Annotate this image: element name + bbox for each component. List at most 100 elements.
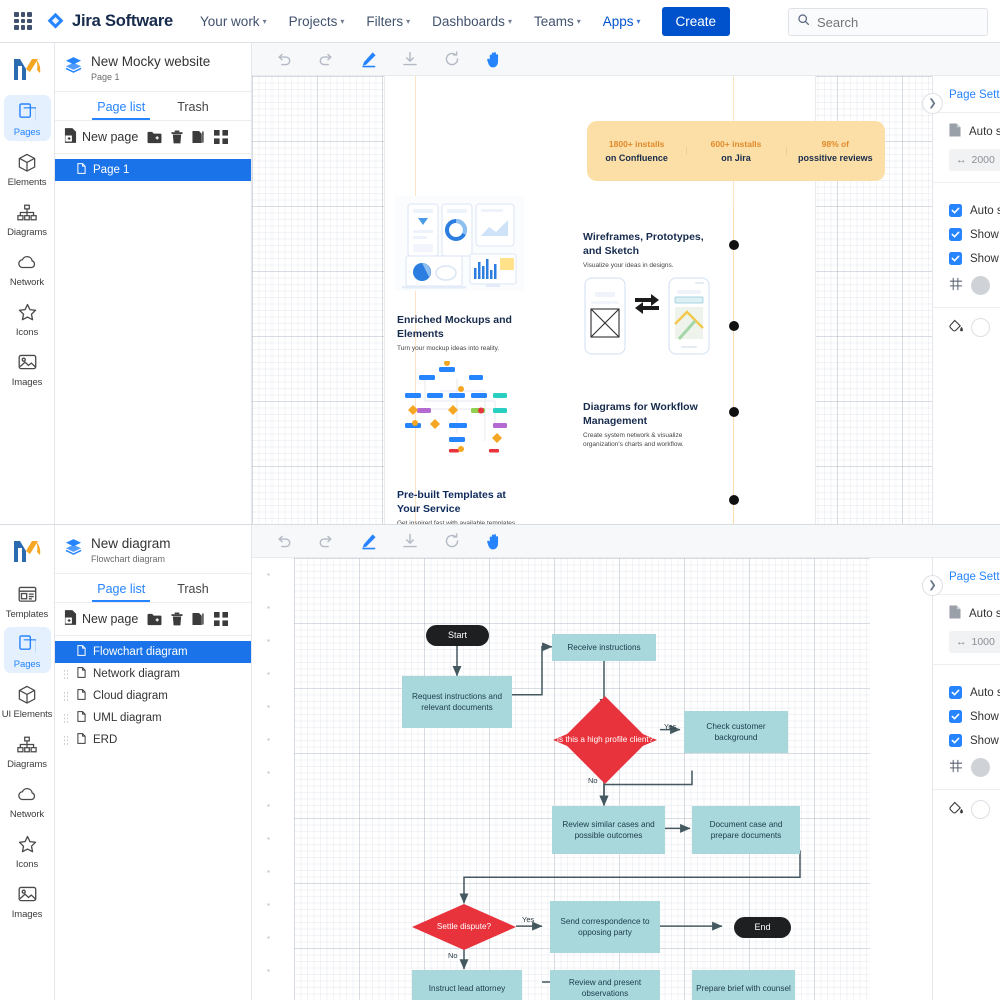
refresh-icon[interactable] — [442, 49, 462, 69]
nav-item-filters[interactable]: Filters ▾ — [357, 8, 419, 35]
jira-brand[interactable]: Jira Software — [46, 12, 173, 31]
node-check-customer[interactable]: Check customer background — [684, 711, 788, 753]
node-start[interactable]: Start — [426, 625, 489, 646]
new-page-button[interactable]: New page — [64, 610, 138, 628]
grid-view-icon[interactable] — [214, 130, 229, 144]
tab-trash[interactable]: Trash — [175, 92, 211, 120]
redo-icon[interactable] — [316, 531, 336, 551]
apps-grid-icon[interactable] — [12, 10, 34, 32]
canvas-grid-top[interactable]: 1800+ installs on Confluence 600+ instal… — [252, 76, 1000, 524]
list-item[interactable]: Network diagram — [55, 663, 251, 685]
rail-item-pages[interactable]: Pages — [3, 95, 51, 141]
nav-item-apps[interactable]: Apps ▾ — [594, 8, 650, 46]
rail-item-templates[interactable]: Templates — [4, 577, 51, 623]
search-box[interactable] — [788, 8, 988, 36]
checkbox-row[interactable]: Show rulers — [949, 723, 1000, 747]
nav-item-dashboards[interactable]: Dashboards ▾ — [423, 8, 521, 35]
fill-color-row[interactable] — [949, 318, 1000, 337]
new-folder-icon[interactable] — [147, 613, 162, 626]
workflow-illustration[interactable] — [395, 360, 525, 456]
rail-item-diagrams[interactable]: Diagrams — [4, 727, 51, 773]
fill-color-swatch[interactable] — [971, 318, 990, 337]
tab-page-list[interactable]: Page list — [92, 574, 151, 602]
nav-item-projects[interactable]: Projects ▾ — [280, 8, 354, 35]
canvas-grid-bottom[interactable]: Start Request instructions and relevant … — [252, 558, 1000, 1000]
checkbox-row[interactable]: Auto save — [949, 193, 1000, 217]
page-width-input[interactable]: ↔ 2000 — [949, 149, 1000, 171]
duplicate-icon[interactable] — [192, 612, 205, 626]
page-sheet-website[interactable]: 1800+ installs on Confluence 600+ instal… — [385, 76, 885, 524]
list-item[interactable]: Cloud diagram — [55, 685, 251, 707]
trash-icon[interactable] — [171, 612, 183, 626]
list-item[interactable]: Flowchart diagram — [55, 641, 251, 663]
new-folder-icon[interactable] — [147, 131, 162, 144]
grid-color-swatch[interactable] — [971, 758, 990, 777]
mockups-illustration[interactable] — [394, 196, 524, 291]
page-width-input[interactable]: ↔ 1000 — [949, 631, 1000, 653]
duplicate-icon[interactable] — [192, 130, 205, 144]
hand-icon[interactable] — [484, 49, 504, 69]
tab-trash[interactable]: Trash — [175, 574, 211, 602]
grid-color-row[interactable] — [949, 747, 1000, 789]
tab-page-list[interactable]: Page list — [92, 92, 151, 120]
chevron-right-icon[interactable]: ❯ — [922, 93, 943, 114]
node-review-observations[interactable]: Review and present observations — [550, 970, 660, 1000]
node-receive-instructions[interactable]: Receive instructions — [552, 634, 656, 661]
fill-color-row[interactable] — [949, 800, 1000, 819]
chevron-right-icon[interactable]: ❯ — [922, 575, 943, 596]
new-page-button[interactable]: New page — [64, 128, 138, 146]
checkbox-show-grid[interactable] — [949, 710, 962, 723]
grid-color-row[interactable] — [949, 265, 1000, 307]
fill-color-swatch[interactable] — [971, 800, 990, 819]
node-settle-dispute-decision[interactable]: Settle dispute? — [412, 904, 516, 950]
trash-icon[interactable] — [171, 130, 183, 144]
rail-item-images[interactable]: Images — [4, 345, 51, 391]
create-button[interactable]: Create — [661, 6, 731, 36]
rail-item-ui-elements[interactable]: UI Elements — [2, 677, 52, 723]
feature-block[interactable]: Diagrams for Workflow Management Create … — [583, 401, 713, 449]
checkbox-show-rulers[interactable] — [949, 734, 962, 747]
checkbox-show-rulers[interactable] — [949, 252, 962, 265]
node-request-instructions[interactable]: Request instructions and relevant docume… — [402, 676, 512, 728]
rail-item-network[interactable]: Network — [4, 245, 51, 291]
pen-icon[interactable] — [358, 49, 378, 69]
node-document-case[interactable]: Document case and prepare documents — [692, 806, 800, 854]
node-instruct-attorney[interactable]: Instruct lead attorney — [412, 970, 522, 1000]
list-item[interactable]: UML diagram — [55, 707, 251, 729]
rail-item-images[interactable]: Images — [4, 877, 51, 923]
checkbox-auto-save[interactable] — [949, 204, 962, 217]
refresh-icon[interactable] — [442, 531, 462, 551]
rail-item-diagrams[interactable]: Diagrams — [4, 195, 51, 241]
rail-item-pages[interactable]: Pages — [3, 627, 51, 673]
stats-banner[interactable]: 1800+ installs on Confluence 600+ instal… — [587, 121, 885, 181]
node-send-correspondence[interactable]: Send correspondence to opposing party — [550, 901, 660, 953]
node-high-profile-decision[interactable]: Is this a high profile client? — [553, 696, 657, 784]
node-review-similar-cases[interactable]: Review similar cases and possible outcom… — [552, 806, 665, 854]
checkbox-row[interactable]: Show grid — [949, 699, 1000, 723]
list-item[interactable]: Page 1 — [55, 159, 251, 181]
pen-icon[interactable] — [358, 531, 378, 551]
feature-block[interactable]: Wireframes, Prototypes, and Sketch Visua… — [583, 231, 713, 271]
node-prepare-brief[interactable]: Prepare brief with counsel — [692, 970, 795, 1000]
rail-item-network[interactable]: Network — [4, 777, 51, 823]
grid-color-swatch[interactable] — [971, 276, 990, 295]
nav-item-teams[interactable]: Teams ▾ — [525, 8, 590, 35]
redo-icon[interactable] — [316, 49, 336, 69]
drag-handle-icon[interactable] — [63, 734, 68, 746]
download-icon[interactable] — [400, 531, 420, 551]
wireframe-illustration[interactable] — [583, 276, 713, 356]
undo-icon[interactable] — [274, 49, 294, 69]
drag-handle-icon[interactable] — [63, 668, 68, 680]
hand-icon[interactable] — [484, 531, 504, 551]
checkbox-show-grid[interactable] — [949, 228, 962, 241]
checkbox-row[interactable]: Auto save — [949, 675, 1000, 699]
undo-icon[interactable] — [274, 531, 294, 551]
list-item[interactable]: ERD — [55, 729, 251, 751]
feature-block[interactable]: Enriched Mockups and Elements Turn your … — [397, 314, 522, 354]
node-end[interactable]: End — [734, 917, 791, 938]
checkbox-auto-save[interactable] — [949, 686, 962, 699]
rail-item-elements[interactable]: Elements — [4, 145, 51, 191]
checkbox-row[interactable]: Show grid — [949, 217, 1000, 241]
nav-item-your-work[interactable]: Your work ▾ — [191, 8, 276, 35]
search-input[interactable] — [817, 14, 979, 30]
